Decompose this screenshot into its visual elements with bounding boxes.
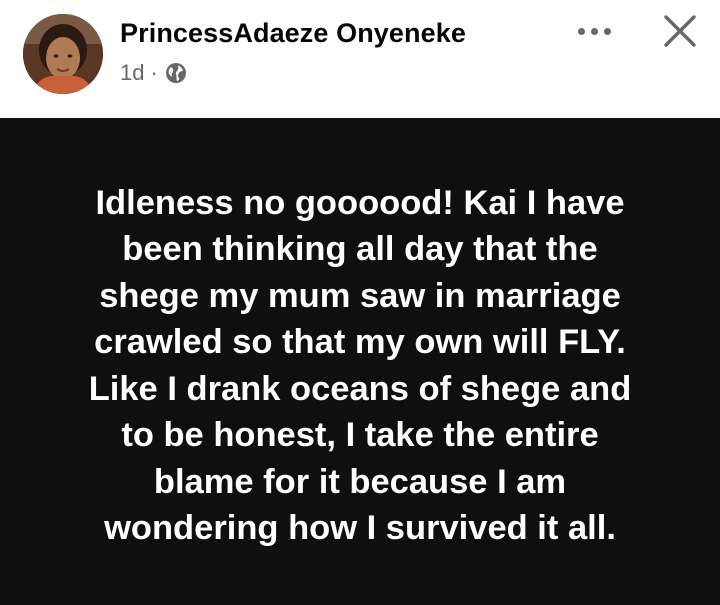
post-text-line: shege my mum saw in marriage [99,276,621,315]
author-name[interactable]: PrincessAdaeze Onyeneke [120,18,466,49]
post-text-line: crawled so that my own will FLY. [94,323,626,361]
close-icon [664,15,696,47]
more-horiz-icon-dot [590,27,598,35]
post-text-line: wondering how I survived it all. [104,509,616,547]
globe-icon[interactable] [165,62,187,84]
post-text-line: to be honest, I take the entire [121,416,599,454]
post-text-line: been thinking all day that the [122,230,598,268]
post-header: PrincessAdaeze Onyeneke 1d · [0,0,720,118]
post-content-background: Idleness no goooood! Kai I have been thi… [0,118,720,605]
more-options-button[interactable] [572,18,616,44]
more-horiz-icon-dot [603,27,611,35]
close-button[interactable] [659,10,701,52]
meta-separator: · [150,60,158,85]
avatar[interactable] [23,14,103,94]
post-text-line: blame for it because I am [153,462,567,501]
post-text-line: Like I drank oceans of shege and [88,369,632,408]
post-timestamp[interactable]: 1d [120,60,144,86]
post-meta: 1d · [120,60,187,86]
post-text-line: Idleness no goooood! Kai I have [95,183,625,222]
more-horiz-icon-dot [577,27,585,35]
post-text: Idleness no goooood! Kai I have been thi… [30,180,690,552]
avatar-image [23,14,103,94]
